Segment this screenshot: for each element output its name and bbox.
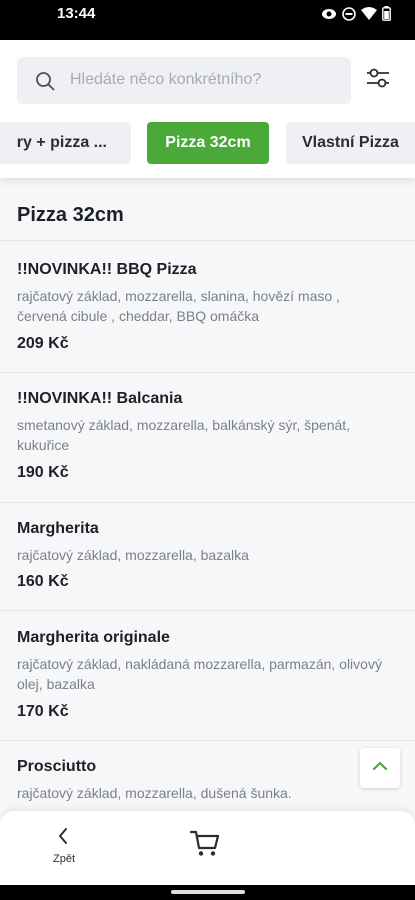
bottom-nav: Zpět (0, 811, 415, 885)
home-indicator[interactable] (171, 890, 245, 894)
item-price: 170 Kč (17, 703, 69, 720)
search-icon (35, 71, 55, 91)
sliders-icon (365, 66, 391, 95)
battery-icon (382, 6, 391, 26)
scroll-to-top-button[interactable] (360, 748, 400, 788)
item-description: rajčatový základ, mozzarella, bazalka (17, 547, 249, 563)
tab-category-previous[interactable]: ry + pizza ... (0, 122, 131, 164)
tab-pizza-32cm[interactable]: Pizza 32cm (147, 122, 269, 164)
status-icons (321, 6, 391, 26)
back-label: Zpět (52, 853, 75, 865)
do-not-disturb-icon (342, 6, 356, 26)
menu-item[interactable]: !!NOVINKA!! Balcania smetanový základ, m… (0, 372, 415, 502)
back-button[interactable]: Zpět (40, 823, 88, 867)
item-name: !!NOVINKA!! BBQ Pizza (17, 261, 197, 278)
cart-icon (189, 830, 220, 861)
status-bar: 13:44 (0, 0, 415, 40)
system-nav-bar (0, 885, 415, 900)
menu-item[interactable]: !!NOVINKA!! BBQ Pizza rajčatový základ, … (0, 240, 415, 372)
item-name: Prosciutto (17, 758, 97, 775)
item-name: !!NOVINKA!! Balcania (17, 390, 183, 407)
chevron-up-icon (371, 759, 389, 777)
menu-item[interactable]: Margherita originale rajčatový základ, n… (0, 610, 415, 740)
tab-vlastni-pizza[interactable]: Vlastní Pizza (286, 122, 415, 164)
item-description: rajčatový základ, mozzarella, slanina, h… (17, 288, 340, 324)
cart-button[interactable] (189, 829, 226, 863)
item-name: Margherita originale (17, 629, 170, 646)
search-input[interactable]: Hledáte něco konkrétního? (17, 57, 351, 104)
item-description: rajčatový základ, mozzarella, dušená šun… (17, 785, 292, 801)
filter-button[interactable] (362, 64, 394, 96)
eye-icon (321, 7, 337, 26)
header: Hledáte něco konkrétního? ry + pizza ...… (0, 40, 415, 178)
category-tabs: ry + pizza ... Pizza 32cm Vlastní Pizza (0, 122, 415, 164)
wifi-icon (361, 6, 377, 26)
category-title: Pizza 32cm (17, 204, 124, 226)
chevron-left-icon (57, 827, 69, 850)
item-description: rajčatový základ, nakládaná mozzarella, … (17, 656, 382, 692)
search-placeholder: Hledáte něco konkrétního? (70, 71, 262, 88)
menu-item[interactable]: Margherita rajčatový základ, mozzarella,… (0, 502, 415, 610)
status-time: 13:44 (57, 5, 96, 22)
item-price: 160 Kč (17, 573, 69, 590)
item-price: 209 Kč (17, 335, 69, 352)
item-description: smetanový základ, mozzarella, balkánský … (17, 417, 351, 453)
item-price: 190 Kč (17, 464, 69, 481)
app-screen: Hledáte něco konkrétního? ry + pizza ...… (0, 40, 415, 885)
item-name: Margherita (17, 520, 99, 537)
